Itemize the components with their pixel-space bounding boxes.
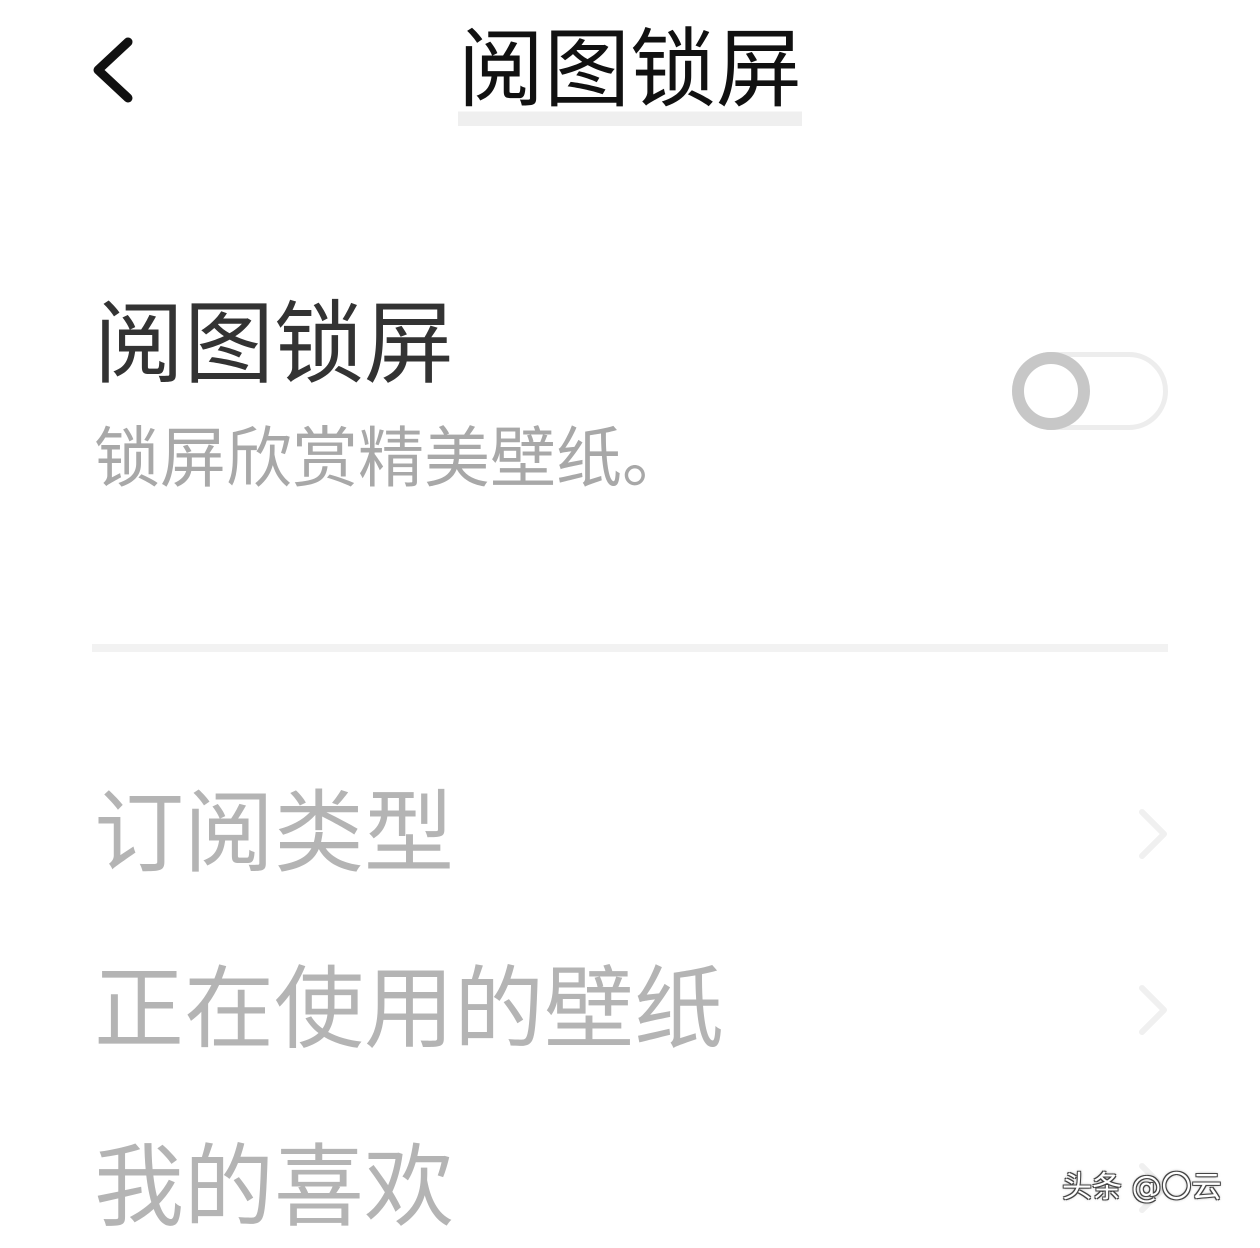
menu-item-current-wallpaper[interactable]: 正在使用的壁纸 <box>94 950 1174 1070</box>
divider <box>92 644 1168 652</box>
toggle-knob <box>1012 352 1090 430</box>
menu-item-my-favorites[interactable]: 我的喜欢 <box>94 1128 1174 1248</box>
chevron-left-icon <box>93 37 133 103</box>
menu-item-subscription-type[interactable]: 订阅类型 <box>94 774 1174 894</box>
menu-item-label: 订阅类型 <box>94 781 454 886</box>
menu-item-label: 我的喜欢 <box>94 1135 454 1240</box>
menu-item-label: 正在使用的壁纸 <box>94 957 724 1062</box>
setting-title: 阅图锁屏 <box>94 292 454 397</box>
setting-description: 锁屏欣赏精美壁纸。 <box>94 420 688 497</box>
page-title: 阅图锁屏 <box>458 22 802 126</box>
chevron-right-icon <box>1134 982 1170 1038</box>
lockscreen-toggle[interactable] <box>1012 352 1168 430</box>
back-button[interactable] <box>80 28 150 108</box>
chevron-right-icon <box>1134 806 1170 862</box>
watermark: 头条 @〇云 <box>1062 1170 1222 1205</box>
